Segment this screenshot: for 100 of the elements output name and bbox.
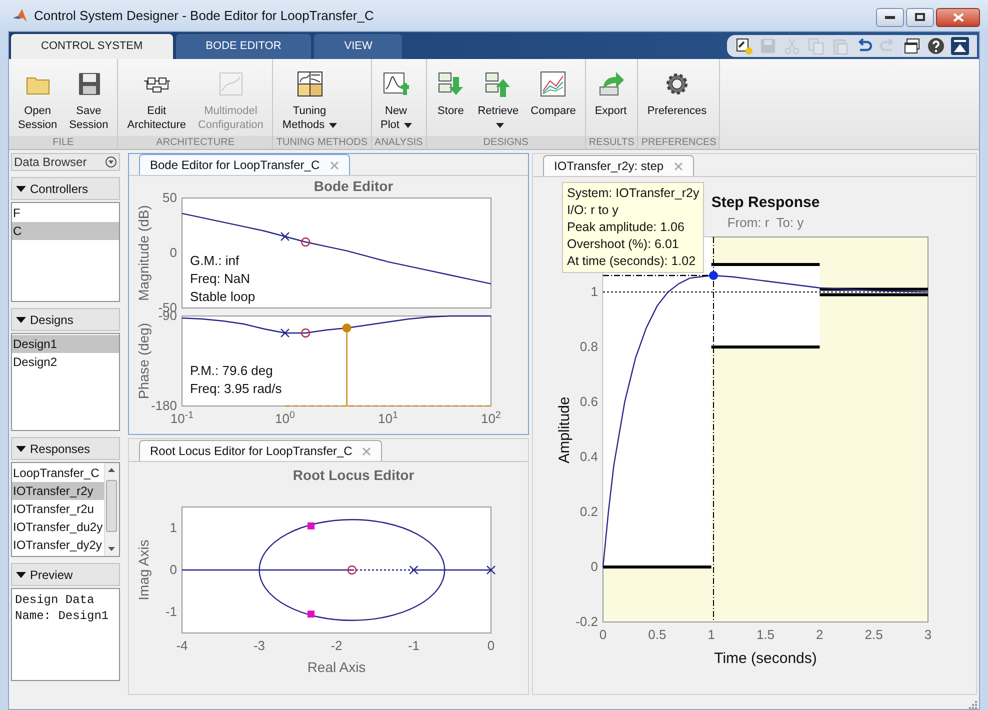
tick-label: 10$^{-1}$ [170, 412, 194, 426]
tick-label: 10$^{0}$ [275, 412, 295, 426]
tick-label: 1 [170, 521, 177, 535]
tick-label: 0.2 [580, 505, 598, 519]
quick-access-button[interactable] [903, 36, 921, 54]
toolstrip-button[interactable]: New Plot [376, 69, 416, 132]
data-tip-line: At time (seconds): 1.02 [567, 253, 697, 270]
document-tab[interactable]: Bode Editor for LoopTransfer_C [139, 154, 350, 175]
quick-access-button[interactable] [951, 36, 969, 54]
list-item[interactable]: IOTransfer_du2y [12, 518, 104, 536]
tick-label: 0 [170, 563, 177, 577]
axis-label: Magnitude (dB) [134, 205, 152, 301]
tick-label: 0.4 [580, 450, 598, 464]
tick-label: -1 [408, 639, 420, 653]
help-icon [927, 36, 945, 54]
axis-label: Imag Axis [134, 540, 152, 600]
expand-triangle-icon[interactable] [16, 184, 26, 194]
toolstrip-button[interactable]: Open Session [13, 69, 62, 132]
circle-marker[interactable] [301, 328, 310, 338]
expand-triangle-icon[interactable] [16, 444, 26, 454]
list-item[interactable]: IOTransfer_dy2y [12, 536, 104, 554]
list-item[interactable]: IOTransfer_r2y [12, 482, 104, 500]
plot-title: Step Response [711, 193, 820, 213]
close-button[interactable] [936, 8, 980, 26]
toolstrip-button[interactable]: Edit Architecture [122, 69, 191, 132]
axis-label: Real Axis [307, 658, 366, 677]
annotation-text: Freq: 3.95 rad/s [190, 380, 282, 398]
toolstrip-button[interactable]: Store [430, 69, 471, 118]
tick-label: 1.5 [756, 628, 775, 642]
toolstrip-button[interactable]: Export [590, 69, 632, 118]
expand-triangle-icon[interactable] [16, 314, 26, 324]
scroll-down-icon[interactable] [108, 547, 116, 551]
save-icon [759, 36, 777, 54]
cross-marker[interactable] [280, 328, 290, 338]
list-item[interactable]: Design1 [12, 335, 119, 353]
tick-label: -1 [165, 605, 177, 619]
tick-label: 0 [590, 560, 598, 574]
ribbon-tab[interactable]: BODE EDITOR [176, 34, 312, 59]
toolstrip-button[interactable]: Save Session [64, 69, 114, 132]
quick-access-button[interactable] [927, 36, 945, 54]
tick-label: -2 [330, 639, 342, 653]
tick-label: 2 [816, 628, 824, 642]
dot-marker[interactable] [709, 271, 718, 280]
preview-text: Name: Design1 [15, 608, 109, 624]
scroll-thumb[interactable] [106, 480, 118, 532]
section-header[interactable]: Preview [11, 563, 120, 586]
annotation-text: Freq: NaN [190, 270, 251, 288]
toolstrip-button[interactable]: Retrieve [472, 69, 524, 132]
document-tab[interactable]: Root Locus Editor for LoopTransfer_C [139, 440, 382, 461]
section-header[interactable]: Controllers [11, 177, 120, 200]
dot-marker[interactable] [342, 324, 352, 332]
tick-label: 1 [590, 285, 598, 299]
dropdown-icon[interactable] [104, 156, 117, 168]
panel-title: Data Browser [14, 154, 87, 171]
tick-label: -4 [176, 639, 188, 653]
ribbon-tab[interactable]: CONTROL SYSTEM [11, 34, 173, 59]
section-title: Preview [30, 566, 73, 584]
list-item[interactable]: C [12, 222, 119, 240]
tick-label: 0.6 [580, 395, 598, 409]
annotation-text: G.M.: inf [190, 252, 240, 270]
expand-triangle-icon[interactable] [16, 570, 26, 580]
resize-grip-icon[interactable] [967, 699, 977, 709]
tick-label: 2.5 [864, 628, 883, 642]
cut-icon [783, 36, 801, 54]
tick-label: 0.5 [648, 628, 666, 642]
scroll-up-icon[interactable] [108, 468, 116, 472]
list-item[interactable]: F [12, 204, 119, 222]
tick-label: -3 [253, 639, 266, 653]
app-logo-icon [12, 8, 28, 24]
list-item[interactable]: LoopTransfer_C [12, 464, 104, 482]
toolstrip-button[interactable]: Tuning Methods [277, 69, 342, 132]
cross-marker[interactable] [409, 566, 418, 574]
cross-marker[interactable] [280, 232, 290, 241]
toolstrip-button[interactable]: Compare [526, 69, 581, 118]
tick-label: 0.8 [580, 340, 598, 354]
list-item[interactable]: Design2 [12, 353, 119, 371]
minimize-icon [885, 16, 895, 18]
tick-label: -0.2 [576, 615, 598, 629]
square-marker[interactable] [308, 610, 314, 618]
ribbon-tab[interactable]: VIEW [314, 34, 402, 59]
circle-marker[interactable] [301, 237, 310, 247]
cross-marker[interactable] [486, 566, 496, 574]
document-tab[interactable]: IOTransfer_r2y: step [543, 155, 694, 176]
toolstrip-button[interactable]: Preferences [642, 69, 712, 118]
group-label: TUNING METHODS [273, 136, 371, 149]
quick-access-button[interactable] [735, 36, 753, 54]
plot-title: Root Locus Editor [292, 466, 416, 485]
data-tip-line: Overshoot (%): 6.01 [567, 236, 680, 253]
close-icon [952, 12, 964, 22]
section-header[interactable]: Designs [11, 308, 120, 331]
minimize-button[interactable] [876, 8, 904, 26]
section-header[interactable]: Responses [11, 437, 120, 460]
circle-marker[interactable] [347, 565, 357, 575]
tick-label: 0 [170, 246, 177, 260]
paste-icon [831, 36, 849, 54]
list-item[interactable]: IOTransfer_r2u [12, 500, 104, 518]
axis-label: Time (seconds) [714, 649, 817, 669]
scrollbar[interactable] [104, 463, 119, 556]
maximize-button[interactable] [906, 8, 934, 26]
tick-label: 1 [708, 628, 715, 642]
